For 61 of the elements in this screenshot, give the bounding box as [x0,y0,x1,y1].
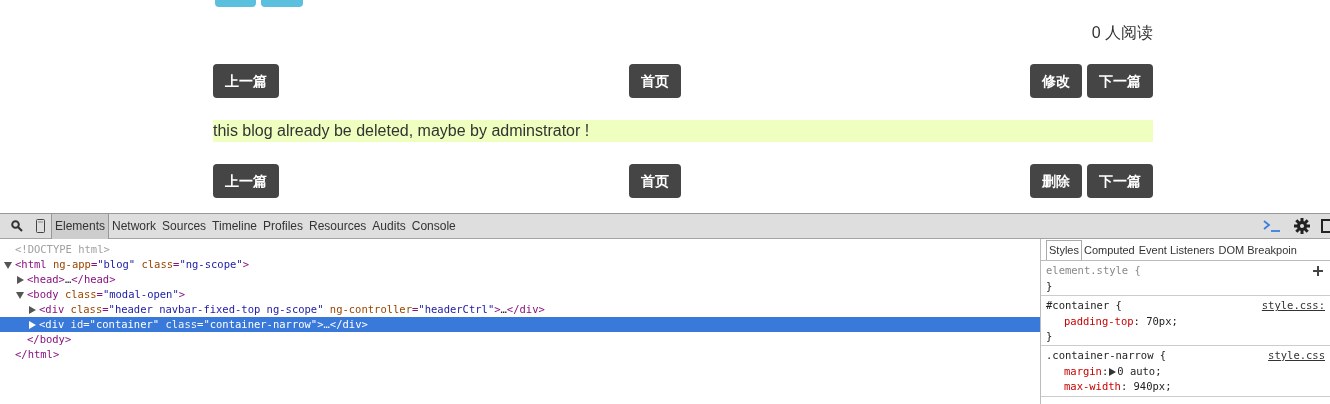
dom-node[interactable]: <div id="container" class="container-narrow">…</div> [0,317,1040,332]
css-selector: element.style { [1046,263,1141,279]
css-value: : [1101,363,1109,379]
node-markup: <div class="header navbar-fixed-top ng-scope" ng-controller="headerCtrl">…</div> [39,301,545,317]
console-prompt-icon[interactable] [1263,220,1281,232]
node-markup: <!DOCTYPE html> [15,241,110,257]
nav-button[interactable]: 下一篇 [1087,164,1153,198]
nav-button[interactable]: 首页 [628,64,681,98]
node-markup: <div id="container" class="container-narrow">…</div> [39,316,368,332]
stylesheet-link[interactable]: style.css: [1261,298,1325,314]
deleted-notice: this blog already be deleted, maybe by adminstrator ! [213,121,590,141]
mobile-device-icon[interactable] [36,219,45,233]
settings-icon[interactable] [1294,218,1310,234]
nav-button[interactable]: 修改 [1030,64,1082,98]
closing-brace: } [1046,330,1053,342]
node-markup: <head>…</head> [27,271,116,287]
css-property: padding-top [1064,313,1134,329]
css-value: : 70px; [1133,313,1178,329]
dom-node[interactable]: <div class="header navbar-fixed-top ng-scope" ng-controller="headerCtrl">…</div> [0,302,1040,317]
nav-button[interactable]: 首页 [628,164,681,198]
css-property: margin [1064,363,1102,379]
read-count: 0 人阅读 [1091,23,1153,43]
expanded-triangle-icon[interactable] [16,290,24,299]
nav-button[interactable]: 下一篇 [1087,64,1153,98]
collapsed-triangle-icon[interactable] [28,320,36,329]
nav-button[interactable]: 上一篇 [213,64,279,98]
devtools-tab[interactable]: Elements [51,213,110,239]
dom-node[interactable]: <head>…</head> [0,272,1040,287]
css-selector: .container-narrow { [1046,348,1167,364]
add-rule-icon[interactable] [1313,266,1325,276]
dom-node[interactable]: <body class="modal-open"> [0,287,1040,302]
css-value: 0 auto; [1117,363,1162,379]
expanded-triangle-icon[interactable] [4,260,12,269]
dock-icon[interactable] [1321,219,1330,233]
dom-node[interactable]: <html ng-app="blog" class="ng-scope"> [0,257,1040,272]
sidebar-tab[interactable]: Computed [1081,240,1137,260]
css-selector: #container { [1046,298,1122,314]
node-markup: <body class="modal-open"> [27,286,186,302]
collapsed-triangle-icon[interactable] [28,305,36,314]
devtools-tab[interactable]: Console [408,213,459,239]
nav-button[interactable]: 上一篇 [213,164,279,198]
devtools-tab[interactable]: Network [109,213,160,239]
sidebar-tab[interactable]: Styles [1046,240,1082,260]
search-icon[interactable] [11,220,23,232]
css-property: max-width [1064,378,1121,394]
collapsed-triangle-icon[interactable] [16,275,24,284]
expand-triangle-icon[interactable] [1109,367,1117,376]
devtools-tab[interactable]: Timeline [209,213,260,239]
nav-button[interactable]: 删除 [1030,164,1082,198]
node-markup: <html ng-app="blog" class="ng-scope"> [15,256,249,272]
devtools-tab[interactable]: Resources [306,213,370,239]
closing-brace: } [1046,280,1053,292]
closing-tag: </body> [27,333,72,345]
closing-tag: </html> [15,348,60,360]
devtools-tab[interactable]: Audits [369,213,409,239]
devtools-tab[interactable]: Sources [159,213,210,239]
sidebar-tab[interactable]: Event Listeners [1136,240,1217,260]
stylesheet-link[interactable]: style.css [1268,348,1325,364]
css-value: : 940px; [1120,378,1172,394]
sidebar-tab[interactable]: DOM Breakpoin [1216,240,1299,260]
devtools-tab[interactable]: Profiles [260,213,306,239]
